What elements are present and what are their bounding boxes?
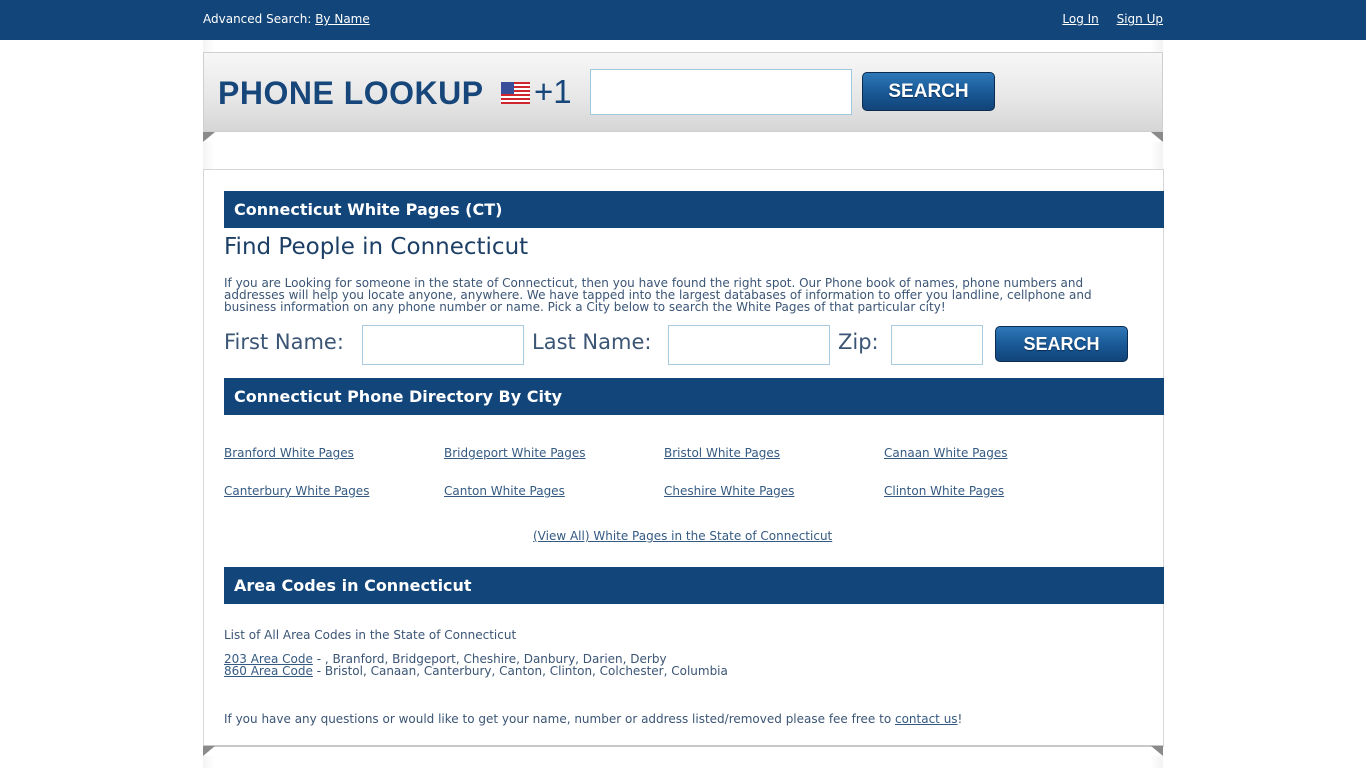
area-codes-intro: List of All Area Codes in the State of C…	[224, 628, 517, 642]
section-title-area-codes: Area Codes in Connecticut	[224, 567, 1164, 604]
city-link[interactable]: Branford White Pages	[224, 446, 354, 460]
last-name-label: Last Name:	[532, 330, 652, 354]
city-link[interactable]: Canterbury White Pages	[224, 484, 369, 498]
area-code-link[interactable]: 860 Area Code	[224, 664, 313, 678]
city-link[interactable]: Canton White Pages	[444, 484, 565, 498]
section-title-directory: Connecticut Phone Directory By City	[224, 378, 1164, 415]
intro-line: business information on any phone number…	[224, 300, 946, 314]
people-search-button[interactable]: SEARCH	[995, 326, 1128, 362]
banner-title: PHONE LOOKUP	[218, 75, 484, 111]
people-search-form: First Name: Last Name: Zip: SEARCH	[224, 325, 1164, 367]
section-title-white-pages: Connecticut White Pages (CT)	[224, 191, 1164, 228]
contact-note: If you have any questions or would like …	[224, 712, 962, 726]
area-code-list: 203 Area Code - , Branford, Bridgeport, …	[224, 653, 728, 677]
signup-link[interactable]: Sign Up	[1117, 12, 1163, 26]
first-name-input[interactable]	[362, 325, 524, 365]
side-strip	[1151, 142, 1163, 169]
contact-note-text: If you have any questions or would like …	[224, 712, 895, 726]
city-link[interactable]: Clinton White Pages	[884, 484, 1004, 498]
contact-note-end: !	[957, 712, 963, 726]
first-name-label: First Name:	[224, 330, 344, 354]
phone-search-button[interactable]: SEARCH	[862, 72, 995, 111]
area-code-cities: - Bristol, Canaan, Canterbury, Canton, C…	[312, 664, 728, 678]
city-link[interactable]: Canaan White Pages	[884, 446, 1007, 460]
city-link[interactable]: Bridgeport White Pages	[444, 446, 586, 460]
ribbon-fold	[203, 746, 215, 756]
ribbon-fold	[1151, 746, 1163, 756]
advanced-search-label: Advanced Search:	[203, 12, 312, 26]
zip-input[interactable]	[891, 325, 983, 365]
ribbon-fold	[1151, 132, 1163, 142]
by-name-link[interactable]: By Name	[315, 12, 370, 26]
city-link[interactable]: Bristol White Pages	[664, 446, 780, 460]
ribbon-fold	[203, 132, 215, 142]
last-name-input[interactable]	[668, 325, 830, 365]
side-strip	[203, 756, 215, 768]
top-nav-bar: Advanced Search: By Name Log In Sign Up	[0, 0, 1366, 40]
intro-paragraph: If you are Looking for someone in the st…	[224, 277, 1124, 313]
advanced-search: Advanced Search: By Name	[203, 12, 370, 26]
contact-us-link[interactable]: contact us	[895, 712, 958, 726]
side-strip	[203, 142, 215, 169]
side-strip	[1151, 40, 1163, 52]
auth-links: Log In Sign Up	[1048, 12, 1163, 26]
main-content: Connecticut White Pages (CT) Find People…	[203, 169, 1164, 747]
phone-number-input[interactable]	[590, 69, 852, 115]
us-flag-icon	[501, 82, 530, 104]
area-code-item: 860 Area Code - Bristol, Canaan, Canterb…	[224, 665, 728, 677]
side-strip	[203, 40, 215, 52]
city-link[interactable]: Cheshire White Pages	[664, 484, 794, 498]
side-strip	[1151, 756, 1163, 768]
phone-lookup-banner: PHONE LOOKUP +1 SEARCH	[203, 52, 1163, 132]
zip-label: Zip:	[838, 330, 879, 354]
login-link[interactable]: Log In	[1062, 12, 1098, 26]
country-code: +1	[534, 73, 572, 110]
page-heading: Find People in Connecticut	[224, 234, 529, 260]
view-all-link[interactable]: (View All) White Pages in the State of C…	[533, 529, 832, 543]
